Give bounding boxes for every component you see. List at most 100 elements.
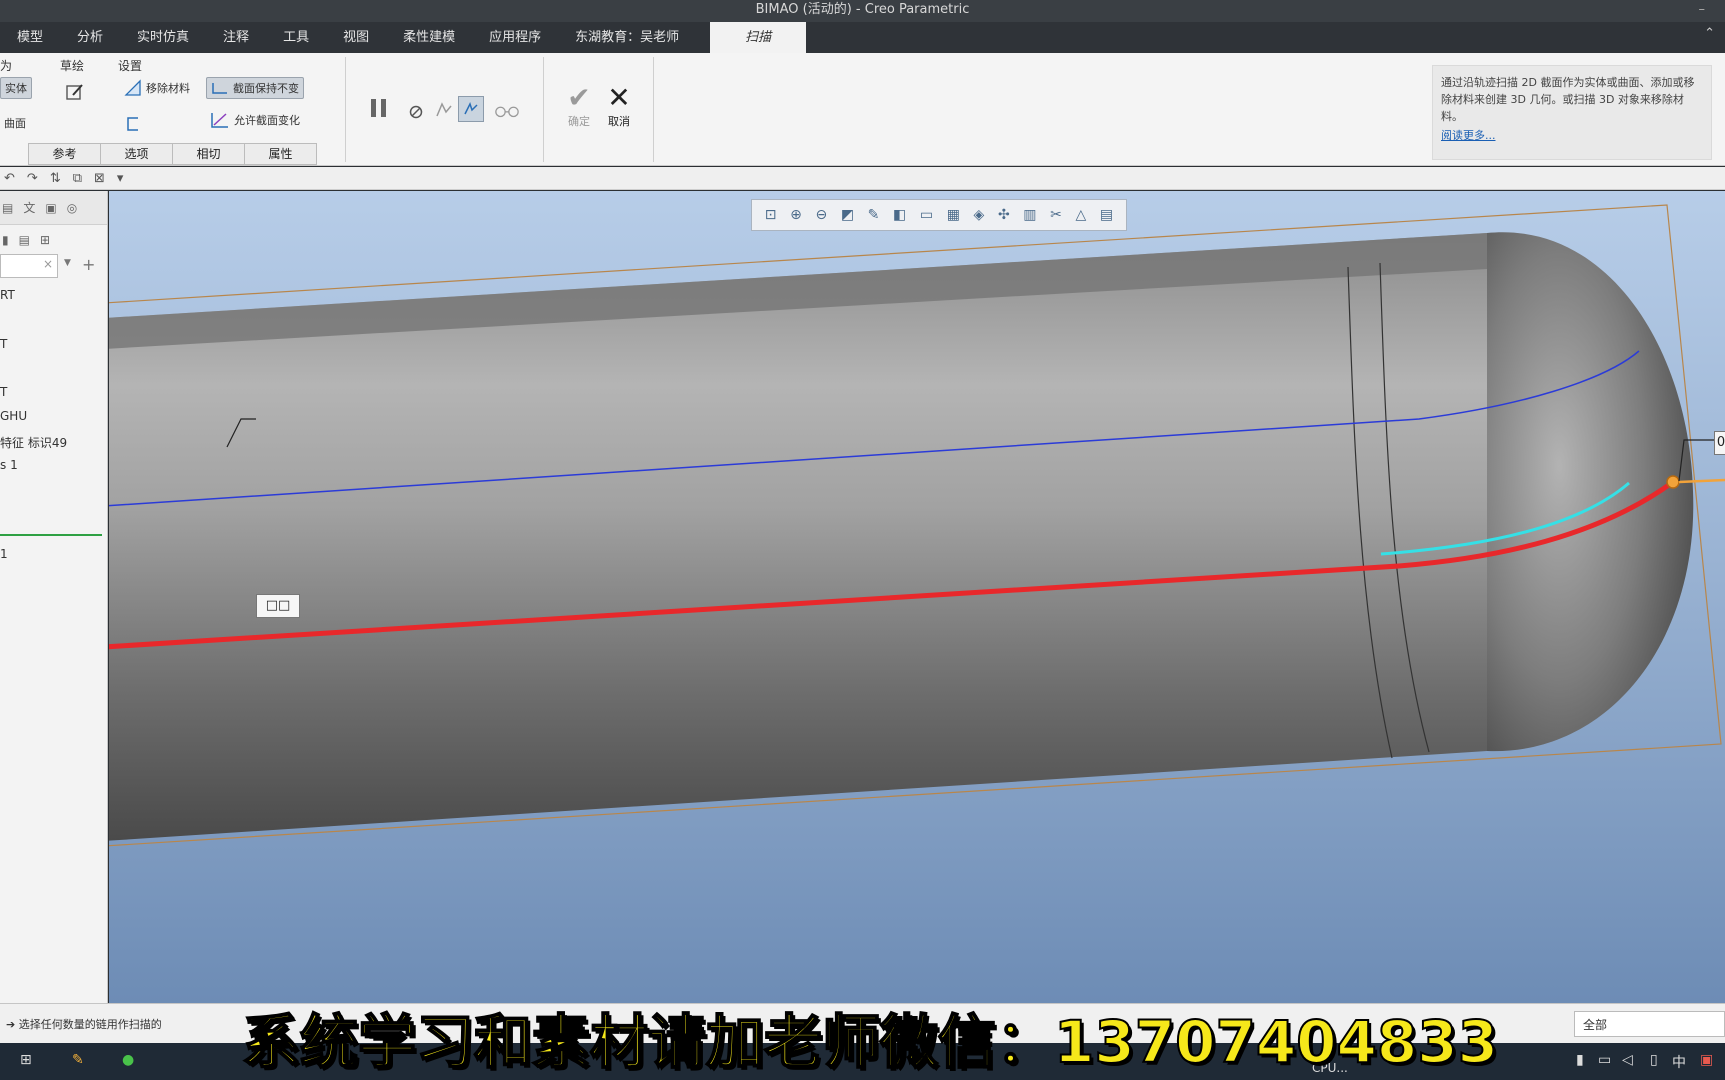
zoom-in-icon[interactable]: ⊕ <box>790 207 802 223</box>
section-bracket-icon[interactable] <box>120 111 146 137</box>
geometry-preview-icon[interactable] <box>431 97 457 123</box>
cancel-button[interactable]: ✕ 取消 <box>599 83 639 129</box>
customize-toolbar-icon[interactable]: ▾ <box>117 171 124 186</box>
refit-icon[interactable]: ⊡ <box>765 207 777 223</box>
tree-item[interactable]: GHU <box>0 409 27 423</box>
undo-icon[interactable]: ↶ <box>4 171 15 186</box>
tab-model[interactable]: 模型 <box>0 22 60 53</box>
verify-mode-icon[interactable] <box>494 97 520 123</box>
search-dropdown-icon[interactable]: ▼ <box>64 258 71 268</box>
ribbon-collapse-icon[interactable]: ⌃ <box>1704 26 1715 41</box>
app-icon[interactable]: ✎ <box>72 1052 84 1068</box>
no-preview-icon[interactable] <box>403 99 429 125</box>
selection-filter-select[interactable]: 全部 <box>1574 1011 1725 1037</box>
redo-icon[interactable]: ↷ <box>27 171 38 186</box>
remove-material-icon <box>124 79 141 96</box>
tab-annotate[interactable]: 注释 <box>206 22 266 53</box>
tab-custom-teacher[interactable]: 东湖教育：吴老师 <box>558 22 696 53</box>
tab-view[interactable]: 视图 <box>326 22 386 53</box>
tree-item[interactable]: 1 <box>0 547 8 561</box>
tree-item[interactable]: RT <box>0 288 15 302</box>
appearance-icon[interactable]: △ <box>1075 207 1086 223</box>
trajectory-tag[interactable]: □□ <box>256 594 300 618</box>
help-text: 通过沿轨迹扫描 2D 截面作为实体或曲面、添加或移除材料来创建 3D 几何。或扫… <box>1441 76 1695 123</box>
tree-item[interactable]: T <box>0 337 7 351</box>
ribbon-separator <box>345 57 346 162</box>
pause-icon[interactable] <box>366 95 392 121</box>
tab-sweep[interactable]: 扫描 <box>710 22 807 53</box>
subtab-tangency[interactable]: 相切 <box>172 143 245 165</box>
surface-label: 曲面 <box>4 117 26 130</box>
ribbon-tab-bar: 模型 分析 实时仿真 注释 工具 视图 柔性建模 应用程序 东湖教育：吴老师 扫… <box>0 22 1725 53</box>
browser-icon[interactable]: ● <box>122 1052 134 1068</box>
constant-section-label: 截面保持不变 <box>233 82 299 95</box>
read-more-link[interactable]: 阅读更多... <box>1441 127 1703 144</box>
solid-label: 实体 <box>5 82 27 95</box>
subtab-references[interactable]: 参考 <box>28 143 101 165</box>
spin-center-icon[interactable]: ✂ <box>1050 207 1062 223</box>
surface-button[interactable]: 曲面 <box>0 113 30 133</box>
tree-tab-label[interactable]: 文 <box>23 199 35 216</box>
minimize-button[interactable]: – <box>1699 0 1706 20</box>
notification-icon[interactable]: ▣ <box>1700 1052 1713 1068</box>
task-view-icon[interactable]: ⊞ <box>20 1052 32 1068</box>
view-manager-icon[interactable]: ▭ <box>920 207 933 223</box>
sketch-icon[interactable] <box>62 79 88 105</box>
ribbon-separator <box>543 57 544 162</box>
saved-orientations-icon[interactable]: ◧ <box>893 207 906 223</box>
tab-flexible-modeling[interactable]: 柔性建模 <box>386 22 472 53</box>
tab-tools[interactable]: 工具 <box>266 22 326 53</box>
annotation-display-icon[interactable]: ▥ <box>1023 207 1036 223</box>
tree-item[interactable]: 特征 标识49 <box>0 434 67 451</box>
feature-preview-icon[interactable] <box>458 96 484 122</box>
subtab-options[interactable]: 选项 <box>100 143 173 165</box>
model-canvas[interactable] <box>109 191 1725 1003</box>
network-icon[interactable]: ▭ <box>1598 1052 1611 1068</box>
subtab-properties[interactable]: 属性 <box>244 143 317 165</box>
close-window-icon[interactable]: ⊠ <box>94 171 105 186</box>
volume-icon[interactable]: ◁ <box>1622 1052 1633 1068</box>
tree-header: ▤ 文 ▣ ◎ <box>0 191 107 225</box>
start-point-handle[interactable] <box>1666 475 1680 489</box>
close-icon: ✕ <box>607 81 631 114</box>
favorites-icon[interactable]: ◎ <box>67 201 77 215</box>
tab-analysis[interactable]: 分析 <box>60 22 120 53</box>
ime-indicator[interactable]: 中 <box>1672 1052 1686 1072</box>
display-style-icon[interactable]: ▦ <box>947 207 960 223</box>
variable-section-button[interactable]: 允许截面变化 <box>206 109 304 131</box>
reorient-icon[interactable]: ✎ <box>868 207 880 223</box>
datum-display-icon[interactable]: ✣ <box>998 207 1010 223</box>
tree-search-input[interactable]: × <box>0 254 58 278</box>
tree-item[interactable]: s 1 <box>0 458 18 472</box>
tree-item[interactable]: T <box>0 385 7 399</box>
insert-here-indicator[interactable] <box>0 534 102 536</box>
battery-icon[interactable]: ▯ <box>1650 1052 1658 1068</box>
view-toolbar: ⊡ ⊕ ⊖ ◩ ✎ ◧ ▭ ▦ ◈ ✣ ▥ ✂ △ ▤ <box>751 199 1127 231</box>
ok-button[interactable]: ✔ 确定 <box>559 83 599 129</box>
regenerate-icon[interactable]: ⇅ <box>50 171 61 186</box>
tree-filter-icon[interactable]: ⊞ <box>40 233 50 247</box>
variable-section-label: 允许截面变化 <box>234 114 300 127</box>
variable-section-icon <box>211 113 228 128</box>
tab-applications[interactable]: 应用程序 <box>472 22 558 53</box>
remove-material-button[interactable]: 移除材料 <box>120 77 194 99</box>
model-tree-tab-icon[interactable]: ▤ <box>2 201 13 215</box>
clear-search-icon[interactable]: × <box>43 257 53 271</box>
repaint-icon[interactable]: ◩ <box>841 207 854 223</box>
perspective-icon[interactable]: ◈ <box>974 207 985 223</box>
graphics-window[interactable]: □□ 0 ⊡ ⊕ ⊖ ◩ ✎ ◧ ▭ ▦ ◈ ✣ ▥ ✂ △ ▤ <box>109 191 1725 1003</box>
tree-tools: ▮ ▤ ⊞ <box>0 225 107 255</box>
windows-icon[interactable]: ⧉ <box>73 171 82 186</box>
section-view-icon[interactable]: ▤ <box>1100 207 1113 223</box>
status-message: ➔ 选择任何数量的链用作扫描的 <box>6 1018 162 1031</box>
constant-section-button[interactable]: 截面保持不变 <box>206 77 304 99</box>
start-point-tag[interactable]: 0 <box>1714 431 1725 455</box>
solid-button[interactable]: 实体 <box>0 77 32 99</box>
tab-live-simulation[interactable]: 实时仿真 <box>120 22 206 53</box>
folder-browser-icon[interactable]: ▣ <box>45 201 56 215</box>
video-subtitle: 系统学习和素材请加老师微信：13707404833 <box>241 1007 1499 1077</box>
add-column-icon[interactable]: + <box>82 255 95 274</box>
zoom-out-icon[interactable]: ⊖ <box>815 207 827 223</box>
settings-icon[interactable]: ▮ <box>2 233 9 247</box>
show-icon[interactable]: ▤ <box>19 233 30 247</box>
